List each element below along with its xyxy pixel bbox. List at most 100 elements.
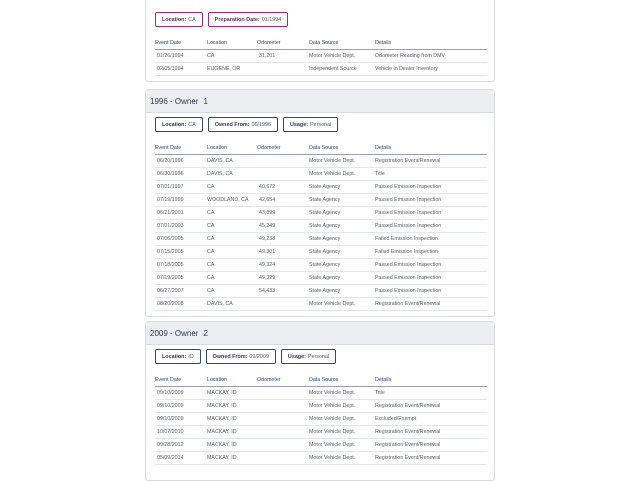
owner-header: 1996 - Owner 1 [146,90,494,113]
table-row: 09/10/2009 MACKAY, ID Motor Vehicle Dept. T… [155,386,487,400]
table-row: 09/10/2009 MACKAY, ID Motor Vehicle Dept. R… [155,399,487,413]
owner-number: 1 [203,96,208,106]
owner-header: 2009 - Owner 2 [146,322,494,345]
table-cell: Passed Emission Inspection [375,180,487,194]
table-cell: Registration Event/Renewal [375,399,487,413]
owner-title: 1996 - Owner [150,96,199,106]
table-cell: Odometer Reading from DMV [375,49,487,63]
table-cell: DAVIS, CA [207,167,257,181]
table-cell: CA [207,180,257,194]
table-row: 10/07/2010 MACKAY, ID Motor Vehicle Dept. R… [155,425,487,439]
table-cell: CA [207,49,257,63]
table-row: 09/10/2009 MACKAY, ID Motor Vehicle Dept. E… [155,412,487,426]
table-cell: WOODLAND, CA [207,193,257,207]
table-cell: 10/07/2010 [155,425,207,439]
table-cell: 49,238 [257,232,309,246]
column-header: Odometer [257,374,309,387]
owned-from-badge: Owned From: 09/2009 [205,349,276,364]
column-header: Location [207,37,257,50]
table-cell: Independent Source [309,62,375,76]
table-cell: DAVIS, CA [207,297,257,311]
table-row: 01/26/1994 CA 31,201 Motor Vehicle Dept. Odo… [155,49,487,63]
table-cell [257,451,309,465]
table-cell: Motor Vehicle Dept. [309,425,375,439]
table-cell: Registration Event/Renewal [375,297,487,311]
table-cell: 05/09/2014 [155,451,207,465]
column-header: Event Date [155,374,207,387]
table-cell: Motor Vehicle Dept. [309,167,375,181]
table-row: 07/18/2005 CA 49,324 State Agency Passed Emi… [155,258,487,272]
column-header: Event Date [155,37,207,50]
table-cell: 01/26/1994 [155,49,207,63]
location-badge: Location: CA [155,117,203,132]
history-table: Event Date Location Odometer Data Source Det… [155,142,487,311]
table-header-row: Event Date Location Odometer Data Source Det… [155,37,487,50]
table-cell: Motor Vehicle Dept. [309,412,375,426]
column-header: Details [375,37,487,50]
table-header-row: Event Date Location Odometer Data Source Det… [155,142,487,155]
table-cell: CA [207,219,257,233]
column-header: Data Source [309,142,375,155]
table-cell [257,297,309,311]
table-cell: 07/19/2005 [155,271,207,285]
table-cell: CA [207,245,257,259]
table-cell [257,438,309,452]
table-cell: Excluded/Exempt [375,412,487,426]
table-row: 02/05/1994 EUGENE, OR Independent Source Ve… [155,62,487,76]
table-cell: Registration Event/Renewal [375,425,487,439]
column-header: Details [375,142,487,155]
column-header: Location [207,142,257,155]
table-cell: Registration Event/Renewal [375,154,487,168]
table-cell: Title [375,386,487,400]
table-cell: 06/30/1996 [155,167,207,181]
table-cell: 09/10/2009 [155,386,207,400]
column-header: Location [207,374,257,387]
table-cell: CA [207,258,257,272]
column-header: Data Source [309,374,375,387]
badge-row: Location: CA Owned From: 06/1996 Usage: Per… [146,117,339,132]
table-cell: Motor Vehicle Dept. [309,399,375,413]
table-cell: 54,433 [257,284,309,298]
table-cell: Passed Emission Inspection [375,193,487,207]
table-cell: Failed Emission Inspection [375,245,487,259]
table-cell [257,62,309,76]
table-cell: State Agency [309,258,375,272]
table-cell: DAVIS, CA [207,154,257,168]
table-cell: Passed Emission Inspection [375,206,487,220]
table-row: 07/01/1997 CA 40,672 State Agency Passed Emi… [155,180,487,194]
table-cell [257,167,309,181]
table-cell: State Agency [309,206,375,220]
owner-title: 2009 - Owner [150,328,199,338]
table-cell [257,154,309,168]
table-row: 07/19/2005 CA 49,329 State Agency Passed Emi… [155,271,487,285]
table-cell: Motor Vehicle Dept. [309,386,375,400]
table-row: 07/19/1999 WOODLAND, CA 42,654 State Agency… [155,193,487,207]
table-row: 07/06/2005 CA 49,238 State Agency Failed Emi… [155,232,487,246]
table-cell: 49,329 [257,271,309,285]
table-cell: 06/27/2007 [155,284,207,298]
table-row: 06/21/2001 CA 43,899 State Agency Passed Emi… [155,206,487,220]
badge-row: Location: ID Owned From: 09/2009 Usage: Per… [146,349,337,364]
table-cell: Registration Event/Renewal [375,438,487,452]
badge-row: Location: CA Preparation Date: 01/1994 [146,12,289,27]
table-row: 08/20/2008 DAVIS, CA Motor Vehicle Dept. Re… [155,297,487,311]
table-cell: State Agency [309,219,375,233]
table-row: 09/28/2012 MACKAY, ID Motor Vehicle Dept. R… [155,438,487,452]
table-cell: Passed Emission Inspection [375,219,487,233]
table-cell: Title [375,167,487,181]
table-cell: 07/18/2005 [155,258,207,272]
table-cell: Motor Vehicle Dept. [309,154,375,168]
table-cell: Passed Emission Inspection [375,284,487,298]
table-cell: CA [207,271,257,285]
table-cell: 08/20/2008 [155,297,207,311]
table-header-row: Event Date Location Odometer Data Source Det… [155,374,487,387]
table-cell: CA [207,284,257,298]
table-cell: 09/10/2009 [155,412,207,426]
history-table: Event Date Location Odometer Data Source Det… [155,374,487,465]
table-cell: Motor Vehicle Dept. [309,438,375,452]
table-cell: 07/15/2005 [155,245,207,259]
history-table: Event Date Location Odometer Data Source Det… [155,37,487,76]
table-row: 05/09/2014 MACKAY, ID Motor Vehicle Dept. R… [155,451,487,465]
table-cell: 06/21/2001 [155,206,207,220]
table-cell: 43,899 [257,206,309,220]
